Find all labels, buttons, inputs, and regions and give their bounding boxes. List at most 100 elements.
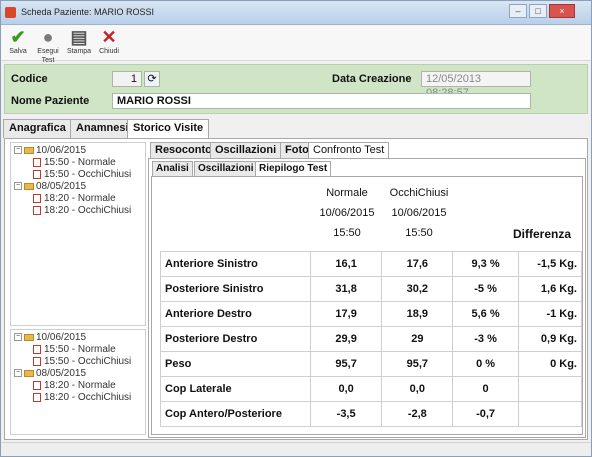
tab-anagrafica[interactable]: Anagrafica	[3, 119, 72, 138]
row-label: Anteriore Destro	[159, 301, 312, 327]
col2-time: 15:50	[405, 227, 433, 239]
test-icon	[33, 193, 41, 203]
maximize-button[interactable]: □	[529, 4, 547, 18]
collapse-icon[interactable]: −	[14, 333, 22, 342]
scale-icon: ●	[42, 26, 54, 47]
value-normale: 29,9	[310, 326, 383, 352]
value-difference: 0 Kg.	[517, 351, 583, 377]
folder-icon	[24, 182, 34, 190]
collapse-icon[interactable]: −	[14, 146, 22, 155]
tab-confronto-test[interactable]: Confronto Test	[308, 142, 390, 159]
tree-item[interactable]: 18:20 - Normale	[33, 380, 116, 392]
value-occhichiusi: 18,9	[381, 301, 454, 327]
col1-date: 10/06/2015	[319, 207, 375, 219]
value-normale: -3,5	[310, 401, 383, 427]
window-title: Scheda Paziente: MARIO ROSSI	[21, 7, 155, 17]
test-icon	[33, 356, 41, 366]
riepilogo-panel: Normale 10/06/2015 15:50 OcchiChiusi 10/…	[151, 176, 583, 435]
value-difference: -1 Kg.	[517, 301, 583, 327]
tree-item[interactable]: 18:20 - OcchiChiusi	[33, 392, 131, 404]
table-row: Anteriore Destro 17,9 18,9 5,6 % -1 Kg.	[159, 301, 583, 327]
table-row: Cop Antero/Posteriore -3,5 -2,8 -0,7	[159, 401, 583, 427]
value-percent: -0,7	[452, 401, 519, 427]
value-difference: -1,5 Kg.	[517, 251, 583, 277]
tree-item[interactable]: 18:20 - Normale	[33, 193, 116, 205]
refresh-icon[interactable]: ⟳	[144, 71, 160, 87]
table-row: Posteriore Destro 29,9 29 -3 % 0,9 Kg.	[159, 326, 583, 352]
tab-resoconto[interactable]: Resoconto	[150, 142, 217, 158]
folder-icon	[24, 333, 34, 341]
value-normale: 16,1	[310, 251, 383, 277]
value-occhichiusi: 95,7	[381, 351, 454, 377]
results-table: Anteriore Sinistro 16,1 17,6 9,3 % -1,5 …	[159, 251, 583, 427]
tree-folder[interactable]: −08/05/2015	[14, 368, 86, 380]
value-normale: 31,8	[310, 276, 383, 302]
toolbar: ✔ Salva ● Esegui Test ▤ Stampa ✕ Chiudi	[1, 25, 591, 64]
test-icon	[33, 380, 41, 390]
collapse-icon[interactable]: −	[14, 369, 22, 378]
minimize-button[interactable]: –	[509, 4, 527, 18]
title-bar: Scheda Paziente: MARIO ROSSI – □ ×	[1, 1, 591, 25]
visit-detail-panel: Resoconto Oscillazioni Foto Confronto Te…	[148, 142, 586, 438]
tree-item[interactable]: 15:50 - OcchiChiusi	[33, 356, 131, 368]
table-row: Posteriore Sinistro 31,8 30,2 -5 % 1,6 K…	[159, 276, 583, 302]
run-test-label: Esegui Test	[37, 48, 59, 64]
value-occhichiusi: -2,8	[381, 401, 454, 427]
creation-date-label: Data Creazione	[332, 73, 412, 85]
value-occhichiusi: 0,0	[381, 376, 454, 402]
value-normale: 17,9	[310, 301, 383, 327]
value-difference: 1,6 Kg.	[517, 276, 583, 302]
tree-item[interactable]: 15:50 - Normale	[33, 344, 116, 356]
value-difference	[517, 401, 583, 427]
print-button[interactable]: ▤ Stampa	[65, 27, 93, 56]
tree-folder[interactable]: −08/05/2015	[14, 181, 86, 193]
tab-oscillazioni[interactable]: Oscillazioni	[210, 142, 282, 158]
table-row: Peso 95,7 95,7 0 % 0 Kg.	[159, 351, 583, 377]
table-row: Cop Laterale 0,0 0,0 0	[159, 376, 583, 402]
patient-name-label: Nome Paziente	[11, 95, 90, 107]
check-icon: ✔	[10, 26, 26, 47]
tree-item[interactable]: 15:50 - Normale	[33, 157, 116, 169]
value-percent: -3 %	[452, 326, 519, 352]
tree-item[interactable]: 18:20 - OcchiChiusi	[33, 205, 131, 217]
tab-storico-visite[interactable]: Storico Visite	[127, 119, 210, 139]
close-button[interactable]: ✕ Chiudi	[95, 27, 123, 56]
row-label: Cop Laterale	[159, 376, 312, 402]
visits-tree-top[interactable]: −10/06/2015 15:50 - Normale 15:50 - Occh…	[10, 142, 146, 326]
row-label: Peso	[159, 351, 312, 377]
close-window-button[interactable]: ×	[549, 4, 575, 18]
print-label: Stampa	[66, 48, 92, 55]
tree-folder[interactable]: −10/06/2015	[14, 332, 86, 344]
save-button[interactable]: ✔ Salva	[4, 27, 32, 56]
status-bar	[1, 442, 591, 456]
patient-name-field[interactable]: MARIO ROSSI	[112, 93, 531, 109]
difference-header: Differenza	[512, 227, 571, 241]
value-difference	[517, 376, 583, 402]
row-label: Posteriore Sinistro	[159, 276, 312, 302]
test-icon	[33, 205, 41, 215]
visits-tree-bottom[interactable]: −10/06/2015 15:50 - Normale 15:50 - Occh…	[10, 329, 146, 435]
col1-name: Normale	[326, 187, 368, 199]
folder-icon	[24, 146, 34, 154]
tree-folder[interactable]: −10/06/2015	[14, 145, 86, 157]
value-difference: 0,9 Kg.	[517, 326, 583, 352]
folder-icon	[24, 369, 34, 377]
app-icon	[5, 7, 16, 18]
save-label: Salva	[9, 48, 27, 55]
table-row: Anteriore Sinistro 16,1 17,6 9,3 % -1,5 …	[159, 251, 583, 277]
test-icon	[33, 169, 41, 179]
run-test-button[interactable]: ● Esegui Test	[34, 27, 62, 65]
tab-analisi[interactable]: Analisi	[152, 161, 193, 176]
storico-visite-panel: −10/06/2015 15:50 - Normale 15:50 - Occh…	[4, 138, 588, 440]
value-occhichiusi: 30,2	[381, 276, 454, 302]
value-normale: 0,0	[310, 376, 383, 402]
tab-riepilogo-test[interactable]: Riepilogo Test	[255, 161, 332, 177]
tab-anamnesi[interactable]: Anamnesi	[70, 119, 135, 138]
close-label: Chiudi	[99, 48, 119, 55]
codice-field: 1	[112, 71, 142, 87]
patient-window: Scheda Paziente: MARIO ROSSI – □ × ✔ Sal…	[0, 0, 592, 457]
collapse-icon[interactable]: −	[14, 182, 22, 191]
confronto-test-panel: Analisi Oscillazioni Riepilogo Test Norm…	[148, 158, 586, 438]
tree-item[interactable]: 15:50 - OcchiChiusi	[33, 169, 131, 181]
tab-oscillazioni-inner[interactable]: Oscillazioni	[194, 161, 258, 176]
